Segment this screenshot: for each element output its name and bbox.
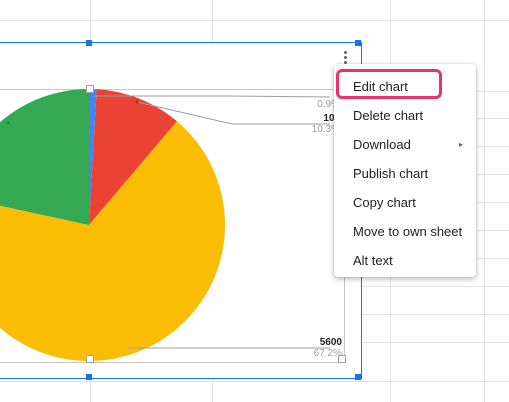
- slice-marker: [135, 100, 139, 104]
- menu-item-label: Delete chart: [353, 108, 424, 123]
- slice-marker: [6, 121, 10, 125]
- submenu-arrow-icon: ▸: [458, 140, 463, 149]
- menu-item-download[interactable]: Download ▸: [334, 130, 476, 159]
- menu-item-alt-text[interactable]: Alt text: [334, 246, 476, 275]
- menu-item-delete-chart[interactable]: Delete chart: [334, 101, 476, 130]
- slice-percent: 67.2%: [313, 348, 342, 359]
- plot-resize-handle[interactable]: [86, 85, 94, 93]
- menu-item-label: Copy chart: [353, 195, 416, 210]
- menu-item-label: Edit chart: [353, 79, 408, 94]
- menu-item-publish-chart[interactable]: Publish chart: [334, 159, 476, 188]
- plot-resize-handle[interactable]: [338, 355, 346, 363]
- plot-resize-handle[interactable]: [86, 355, 94, 363]
- resize-handle[interactable]: [355, 40, 361, 46]
- label-slice-3: 5600 67.2%: [300, 337, 342, 359]
- menu-item-label: Move to own sheet: [353, 224, 463, 239]
- menu-item-label: Alt text: [353, 253, 393, 268]
- slice-green[interactable]: [0, 89, 89, 225]
- menu-item-copy-chart[interactable]: Copy chart: [334, 188, 476, 217]
- menu-item-label: Download: [353, 137, 411, 152]
- menu-item-edit-chart[interactable]: Edit chart: [334, 72, 476, 101]
- resize-handle[interactable]: [355, 374, 361, 380]
- slice-value: 5600: [319, 337, 342, 348]
- chart-context-menu: Edit chart Delete chart Download ▸ Publi…: [334, 64, 476, 277]
- resize-handle[interactable]: [86, 40, 92, 46]
- resize-handle[interactable]: [86, 374, 92, 380]
- menu-item-move-to-own-sheet[interactable]: Move to own sheet: [334, 217, 476, 246]
- menu-item-label: Publish chart: [353, 166, 429, 181]
